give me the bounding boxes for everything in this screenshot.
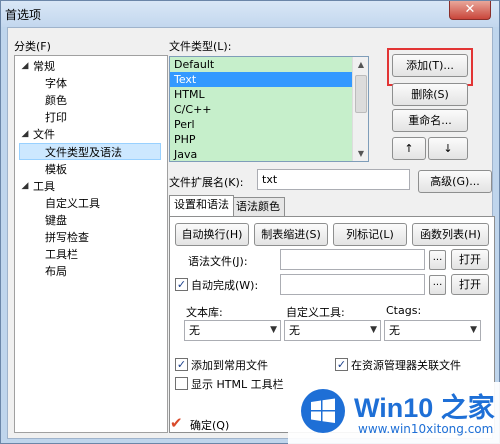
tree-item-font[interactable]: 字体 <box>45 75 67 92</box>
tree-item-label: 工具 <box>33 180 55 193</box>
tab-settings-syntax[interactable]: 设置和语法 <box>169 195 234 216</box>
tree-item-layout[interactable]: 布局 <box>45 263 67 280</box>
tree-item-template[interactable]: 模板 <box>45 161 67 178</box>
tree-item-label: 文件 <box>33 128 55 141</box>
column-mark-button[interactable]: 列标记(L) <box>333 223 407 246</box>
list-item[interactable]: HTML <box>170 87 368 102</box>
extension-input[interactable]: txt <box>257 169 410 190</box>
list-item[interactable]: Java <box>170 147 368 161</box>
dropdown-arrow-icon[interactable]: ▼ <box>270 321 277 340</box>
custom-tool-select[interactable]: 无 ▼ <box>284 320 381 341</box>
expand-arrow-icon[interactable]: ◢ <box>19 58 31 75</box>
scroll-up-icon[interactable]: ▲ <box>353 57 368 72</box>
tree-item-custom-tools[interactable]: 自定义工具 <box>45 195 100 212</box>
show-html-checkbox[interactable] <box>175 377 188 390</box>
auto-wrap-button[interactable]: 自动换行(H) <box>175 223 249 246</box>
tab-indent-button[interactable]: 制表缩进(S) <box>254 223 328 246</box>
list-item-selected[interactable]: Text <box>170 72 368 87</box>
tree-item-keyboard[interactable]: 键盘 <box>45 212 67 229</box>
autocomplete-input[interactable] <box>280 274 425 295</box>
filetype-list[interactable]: Default Text HTML C/C++ Perl PHP Java ▲ … <box>169 56 369 162</box>
tree-item-general[interactable]: ◢ 常规 <box>19 58 159 75</box>
add-common-checkbox[interactable]: ✓ <box>175 358 188 371</box>
text-lib-value: 无 <box>189 324 200 337</box>
tree-item-filetype-syntax[interactable]: 文件类型及语法 <box>19 143 161 160</box>
windows-logo-icon <box>301 389 345 433</box>
window-title: 首选项 <box>5 8 42 22</box>
tree-item-spellcheck[interactable]: 拼写检查 <box>45 229 89 246</box>
list-item[interactable]: C/C++ <box>170 102 368 117</box>
ctags-value: 无 <box>389 324 400 337</box>
close-button[interactable]: ✕ <box>449 1 491 20</box>
list-item[interactable]: PHP <box>170 132 368 147</box>
tree-item-color[interactable]: 颜色 <box>45 92 67 109</box>
function-list-button[interactable]: 函数列表(H) <box>412 223 489 246</box>
expand-arrow-icon[interactable]: ◢ <box>19 178 31 195</box>
ok-button[interactable]: 确定(Q) <box>190 417 229 433</box>
list-item[interactable]: Default <box>170 57 368 72</box>
tree-item-print[interactable]: 打印 <box>45 109 67 126</box>
ctags-label: Ctags: <box>386 304 422 317</box>
tree-item-toolbar[interactable]: 工具栏 <box>45 246 78 263</box>
ctags-select[interactable]: 无 ▼ <box>384 320 481 341</box>
watermark: Win10 之家 www.win10xitong.com <box>288 382 500 444</box>
syntax-browse-button[interactable]: ... <box>429 250 446 270</box>
syntax-file-input[interactable] <box>280 249 425 270</box>
add-common-label: 添加到常用文件 <box>191 359 268 372</box>
tab-syntax-colors[interactable]: 语法颜色 <box>231 197 285 216</box>
checkmark-icon: ✔ <box>170 414 183 432</box>
scroll-thumb[interactable] <box>355 75 367 113</box>
text-lib-select[interactable]: 无 ▼ <box>184 320 281 341</box>
list-scrollbar[interactable]: ▲ ▼ <box>352 57 368 161</box>
custom-tool-label: 自定义工具: <box>286 306 345 319</box>
category-label: 分类(F) <box>14 40 51 53</box>
autocomplete-checkbox[interactable]: ✓ <box>175 278 188 291</box>
advanced-button[interactable]: 高级(G)... <box>418 170 492 193</box>
dropdown-arrow-icon[interactable]: ▼ <box>470 321 477 340</box>
autocomplete-label: 自动完成(W): <box>191 279 259 292</box>
expand-arrow-icon[interactable]: ◢ <box>19 126 31 143</box>
list-item[interactable]: Perl <box>170 117 368 132</box>
category-tree[interactable]: ◢ 常规 字体 颜色 打印 ◢ 文件 文件类型及语法 模板 ◢ 工具 自定义工具… <box>14 55 168 433</box>
autocomplete-open-button[interactable]: 打开 <box>451 274 489 295</box>
move-up-button[interactable]: ↑ <box>392 137 426 160</box>
dialog-client: 分类(F) ◢ 常规 字体 颜色 打印 ◢ 文件 文件类型及语法 模板 ◢ 工具… <box>7 27 495 439</box>
explorer-assoc-label: 在资源管理器关联文件 <box>351 359 461 372</box>
tree-item-label: 常规 <box>33 60 55 73</box>
explorer-assoc-checkbox[interactable]: ✓ <box>335 358 348 371</box>
syntax-open-button[interactable]: 打开 <box>451 249 489 270</box>
tree-item-tools[interactable]: ◢ 工具 <box>19 178 159 195</box>
text-lib-label: 文本库: <box>186 306 223 319</box>
scroll-down-icon[interactable]: ▼ <box>353 146 368 161</box>
custom-tool-value: 无 <box>289 324 300 337</box>
move-down-button[interactable]: ↓ <box>428 137 468 160</box>
delete-button[interactable]: 删除(S) <box>392 83 468 106</box>
watermark-url: www.win10xitong.com <box>358 422 494 436</box>
dropdown-arrow-icon[interactable]: ▼ <box>370 321 377 340</box>
extension-label: 文件扩展名(K): <box>169 176 244 189</box>
preferences-window: 首选项 ✕ 分类(F) ◢ 常规 字体 颜色 打印 ◢ 文件 文件类型及语法 模… <box>0 0 500 444</box>
title-bar: 首选项 ✕ <box>1 1 499 27</box>
add-button[interactable]: 添加(T)... <box>392 54 468 77</box>
tree-item-file[interactable]: ◢ 文件 <box>19 126 159 143</box>
watermark-title: Win10 之家 <box>354 393 495 423</box>
syntax-file-label: 语法文件(J): <box>188 255 248 268</box>
show-html-label: 显示 HTML 工具栏 <box>191 378 284 391</box>
rename-button[interactable]: 重命名... <box>392 109 468 132</box>
filetype-label: 文件类型(L): <box>169 40 232 53</box>
autocomplete-browse-button[interactable]: ... <box>429 275 446 295</box>
